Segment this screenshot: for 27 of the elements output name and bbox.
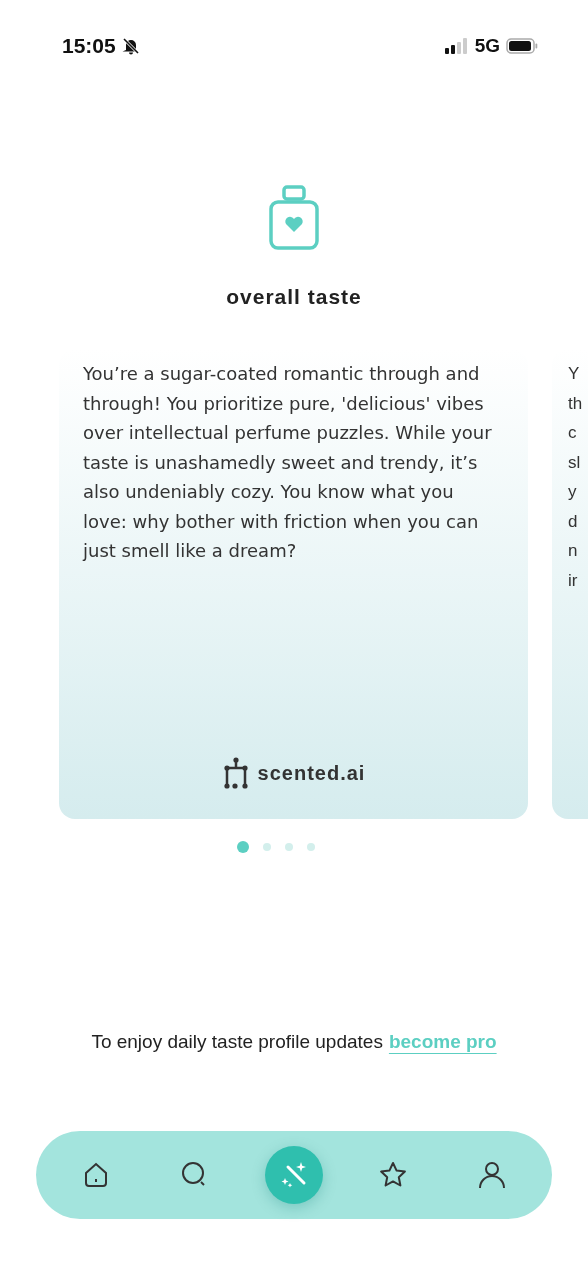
card-text: y: [568, 481, 578, 503]
card-text: th: [568, 392, 584, 415]
card-text: sl: [568, 451, 582, 474]
card-text: c: [568, 422, 578, 444]
status-time: 15:05: [62, 34, 116, 58]
perfume-bottle-icon: [268, 185, 320, 251]
card-text: n: [568, 540, 579, 562]
card-text: You’re a sugar-coated romantic through and through! You prioritize pure, 'delicious' vibes over intellectual perfume puzzles. While your taste is unashamedly sweet and trendy, it’s also undeniably cozy. You know what you love: why bother with friction when you can just smell like a dream?: [83, 362, 493, 563]
battery-icon: [506, 38, 538, 54]
star-icon: [378, 1160, 409, 1190]
page-dot[interactable]: [285, 843, 293, 851]
card-text: Y: [568, 363, 581, 385]
magic-tab[interactable]: [264, 1146, 323, 1204]
card-text: d: [568, 510, 579, 533]
person-icon: [477, 1160, 508, 1190]
card-text: ir: [568, 569, 579, 592]
page-dot[interactable]: [237, 841, 249, 853]
bell-muted-icon: [121, 37, 140, 55]
promo-text: To enjoy daily taste profile updates: [91, 1031, 383, 1053]
network-label: 5G: [474, 35, 500, 57]
brand-name: scented.ai: [257, 761, 366, 785]
logo-icon: [223, 757, 248, 789]
section-title: overall taste: [226, 285, 362, 309]
signal-icon: [444, 38, 469, 54]
page-dot[interactable]: [307, 843, 315, 851]
page-dot[interactable]: [263, 843, 271, 851]
become-pro-link[interactable]: become pro: [388, 1031, 497, 1053]
